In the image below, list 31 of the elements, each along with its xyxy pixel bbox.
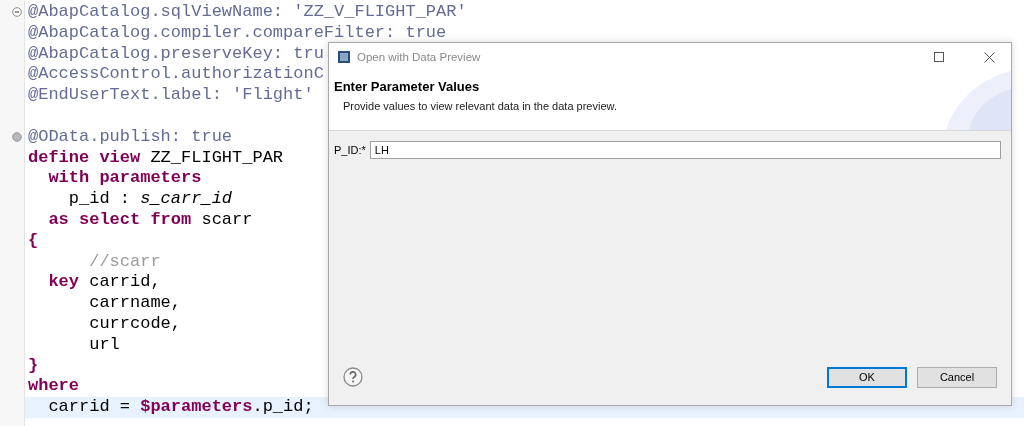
code-line: key carrid, xyxy=(47,272,161,294)
code-line: carrname, xyxy=(88,293,182,314)
app-icon xyxy=(337,50,351,64)
fold-icon[interactable] xyxy=(12,7,22,18)
code-line: @AbapCatalog.preserveKey: tru xyxy=(28,43,324,65)
code-line: //scarr xyxy=(88,251,161,273)
code-line: currcode, xyxy=(88,313,182,335)
dialog-description: Provide values to view relevant data in the data preview. xyxy=(342,100,617,112)
maximize-icon[interactable] xyxy=(934,52,944,62)
code-line: } xyxy=(28,355,39,377)
cancel-button[interactable]: Cancel xyxy=(917,366,997,388)
close-icon[interactable] xyxy=(983,51,995,63)
code-line: with parameters xyxy=(47,168,202,190)
window-title: Open with Data Preview xyxy=(357,51,482,63)
code-line: @OData.publish: true xyxy=(28,126,233,148)
code-line: @AccessControl.authorizationC xyxy=(28,64,324,86)
help-icon[interactable] xyxy=(343,367,363,387)
code-line: carrid = $parameters.p_id; xyxy=(47,397,314,418)
code-line: url xyxy=(88,334,120,356)
code-line: where xyxy=(28,376,79,398)
field-label: P_ID:* xyxy=(334,144,366,156)
code-line: define view ZZ_FLIGHT_PAR xyxy=(28,147,284,169)
code-line: as select from scarr xyxy=(47,209,253,231)
ok-button[interactable]: OK xyxy=(827,366,907,388)
code-line: @AbapCatalog.compiler.compareFilter: true xyxy=(28,22,447,44)
code-line: @EndUserText.label: 'Flight' xyxy=(28,85,314,106)
code-line: p_id : s_carr_id xyxy=(67,189,233,210)
code-line: @AbapCatalog.sqlViewName: 'ZZ_V_FLIGHT_PAR' xyxy=(28,2,467,23)
input-field[interactable]: LH xyxy=(369,141,1001,159)
code-line: { xyxy=(28,230,39,252)
dialog-heading: Enter Parameter Values xyxy=(334,79,480,94)
